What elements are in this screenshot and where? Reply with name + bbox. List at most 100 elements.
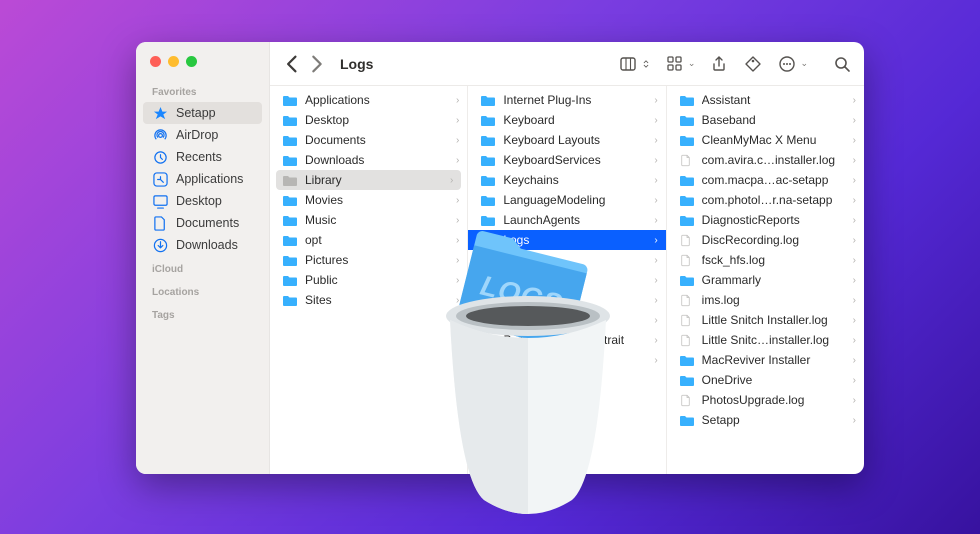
sidebar: FavoritesSetappAirDropRecentsApplication… xyxy=(136,42,270,474)
chevron-right-icon: › xyxy=(456,135,459,146)
folder-icon xyxy=(480,132,496,148)
folder-row[interactable]: Metadata› xyxy=(468,290,665,310)
item-name: Applications xyxy=(305,93,450,107)
clock-icon xyxy=(152,149,168,165)
sidebar-item-airdrop[interactable]: AirDrop xyxy=(136,124,269,146)
folder-icon xyxy=(480,312,496,328)
chevron-right-icon: › xyxy=(456,95,459,106)
file-row[interactable]: Little Snitch Installer.log› xyxy=(667,310,864,330)
folder-row[interactable]: Baseband› xyxy=(667,110,864,130)
folder-row[interactable]: Mail› xyxy=(468,250,665,270)
folder-row[interactable]: Applications › xyxy=(270,90,467,110)
folder-row[interactable]: LanguageModeling› xyxy=(468,190,665,210)
chevron-right-icon: › xyxy=(654,355,657,366)
folder-row[interactable]: Keyboard› xyxy=(468,110,665,130)
folder-row[interactable]: PreferencePanes› xyxy=(468,350,665,370)
folder-row[interactable]: Pictures› xyxy=(270,250,467,270)
folder-row[interactable]: Keychains› xyxy=(468,170,665,190)
item-name: opt xyxy=(305,233,450,247)
chevron-right-icon: › xyxy=(456,295,459,306)
chevron-right-icon: › xyxy=(853,295,856,306)
chevron-right-icon: › xyxy=(456,115,459,126)
item-name: Mobile Documents xyxy=(503,313,648,327)
actions-button[interactable]: ⌄ xyxy=(777,55,808,73)
folder-icon xyxy=(679,212,695,228)
chevron-right-icon: › xyxy=(853,395,856,406)
item-name: Public xyxy=(305,273,450,287)
folder-icon xyxy=(282,272,298,288)
fullscreen-button[interactable] xyxy=(186,56,197,67)
folder-icon xyxy=(282,292,298,308)
sidebar-item-applications[interactable]: Applications xyxy=(136,168,269,190)
folder-row[interactable]: MacReviver Installer› xyxy=(667,350,864,370)
back-button[interactable] xyxy=(282,53,304,75)
folder-row[interactable]: Messages› xyxy=(468,270,665,290)
sidebar-item-recents[interactable]: Recents xyxy=(136,146,269,168)
folder-icon xyxy=(679,132,695,148)
folder-icon xyxy=(679,372,695,388)
folder-icon xyxy=(282,232,298,248)
folder-row[interactable]: com.photol…r.na-setapp› xyxy=(667,190,864,210)
item-name: Sites xyxy=(305,293,450,307)
folder-row[interactable]: Setapp› xyxy=(667,410,864,430)
chevron-right-icon: › xyxy=(654,335,657,346)
folder-row[interactable]: Keyboard Layouts› xyxy=(468,130,665,150)
chevron-right-icon: › xyxy=(853,355,856,366)
search-button[interactable] xyxy=(832,55,852,73)
file-row[interactable]: Little Snitc…installer.log› xyxy=(667,330,864,350)
folder-row[interactable]: OneDrive› xyxy=(667,370,864,390)
folder-icon xyxy=(480,252,496,268)
file-row[interactable]: PhotosUpgrade.log› xyxy=(667,390,864,410)
view-mode-button[interactable] xyxy=(618,55,651,73)
file-row[interactable]: fsck_hfs.log› xyxy=(667,250,864,270)
chevron-right-icon: › xyxy=(654,95,657,106)
item-name: DiscRecording.log xyxy=(702,233,847,247)
file-icon xyxy=(679,232,695,248)
folder-row[interactable]: Mobile Documents› xyxy=(468,310,665,330)
folder-row[interactable]: DiagnosticReports› xyxy=(667,210,864,230)
sidebar-item-setapp[interactable]: Setapp xyxy=(143,102,262,124)
folder-icon xyxy=(679,272,695,288)
folder-row[interactable]: com.macpa…ac-setapp› xyxy=(667,170,864,190)
folder-icon xyxy=(480,92,496,108)
folder-row[interactable]: Music› xyxy=(270,210,467,230)
sidebar-section-title: iCloud xyxy=(136,256,269,279)
folder-row[interactable]: Grammarly› xyxy=(667,270,864,290)
sidebar-item-label: AirDrop xyxy=(176,128,218,142)
file-row[interactable]: com.avira.c…installer.log› xyxy=(667,150,864,170)
folder-row[interactable]: CleanMyMac X Menu› xyxy=(667,130,864,150)
folder-row[interactable]: Library› xyxy=(276,170,461,190)
group-by-button[interactable]: ⌄ xyxy=(665,55,696,73)
share-button[interactable] xyxy=(709,55,729,73)
folder-row[interactable]: Documents› xyxy=(270,130,467,150)
sidebar-item-desktop[interactable]: Desktop xyxy=(136,190,269,212)
folder-row[interactable]: Logs› xyxy=(468,230,665,250)
folder-icon xyxy=(480,172,496,188)
folder-row[interactable]: Assistant› xyxy=(667,90,864,110)
file-icon xyxy=(679,252,695,268)
folder-row[interactable]: Internet Plug-Ins› xyxy=(468,90,665,110)
folder-row[interactable]: KeyboardServices› xyxy=(468,150,665,170)
close-button[interactable] xyxy=(150,56,161,67)
file-row[interactable]: DiscRecording.log› xyxy=(667,230,864,250)
folder-row[interactable]: Movies› xyxy=(270,190,467,210)
tags-button[interactable] xyxy=(743,55,763,73)
folder-row[interactable]: Public› xyxy=(270,270,467,290)
minimize-button[interactable] xyxy=(168,56,179,67)
folder-icon xyxy=(282,172,298,188)
sidebar-section-title: Tags xyxy=(136,302,269,325)
file-row[interactable]: ims.log› xyxy=(667,290,864,310)
folder-row[interactable]: Sites › xyxy=(270,290,467,310)
folder-row[interactable]: Downloads› xyxy=(270,150,467,170)
sidebar-item-documents[interactable]: Documents xyxy=(136,212,269,234)
folder-icon xyxy=(679,172,695,188)
sidebar-item-downloads[interactable]: Downloads xyxy=(136,234,269,256)
folder-row[interactable]: opt› xyxy=(270,230,467,250)
folder-row[interactable]: Desktop› xyxy=(270,110,467,130)
file-icon xyxy=(679,292,695,308)
folder-row[interactable]: LaunchAgents› xyxy=(468,210,665,230)
forward-button[interactable] xyxy=(306,53,328,75)
folder-row[interactable]: PersonalizationPortrait› xyxy=(468,330,665,350)
chevron-right-icon: › xyxy=(456,215,459,226)
folder-icon xyxy=(480,152,496,168)
